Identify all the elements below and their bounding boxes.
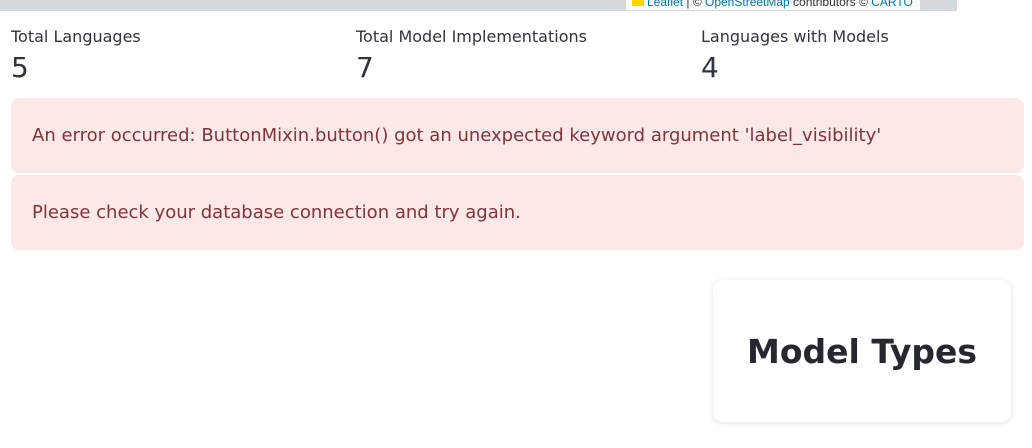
metric-languages-with-models: Languages with Models 4	[701, 27, 889, 86]
metric-value: 5	[11, 51, 29, 84]
hint-alert: Please check your database connection an…	[11, 175, 1024, 250]
map-attribution: Leaflet | © OpenStreetMap contributors ©…	[626, 0, 920, 10]
attribution-contributors: contributors ©	[789, 0, 872, 9]
error-message: An error occurred: ButtonMixin.button() …	[32, 125, 882, 146]
ukraine-flag-icon	[632, 0, 644, 6]
carto-link[interactable]: CARTO	[871, 0, 913, 9]
metric-value: 7	[356, 51, 374, 84]
metric-label: Total Languages	[11, 27, 141, 46]
model-types-card: Model Types	[713, 280, 1011, 422]
metric-label: Total Model Implementations	[356, 27, 587, 46]
page: Leaflet | © OpenStreetMap contributors ©…	[0, 0, 1032, 448]
metric-value: 4	[701, 51, 719, 84]
attribution-separator: | ©	[683, 0, 705, 9]
metric-total-model-implementations: Total Model Implementations 7	[356, 27, 587, 86]
hint-message: Please check your database connection an…	[32, 202, 521, 223]
leaflet-link[interactable]: Leaflet	[647, 0, 683, 9]
metric-label: Languages with Models	[701, 27, 889, 46]
osm-link[interactable]: OpenStreetMap	[705, 0, 790, 9]
metric-total-languages: Total Languages 5	[11, 27, 141, 86]
card-title: Model Types	[747, 331, 978, 371]
error-alert: An error occurred: ButtonMixin.button() …	[11, 98, 1024, 173]
